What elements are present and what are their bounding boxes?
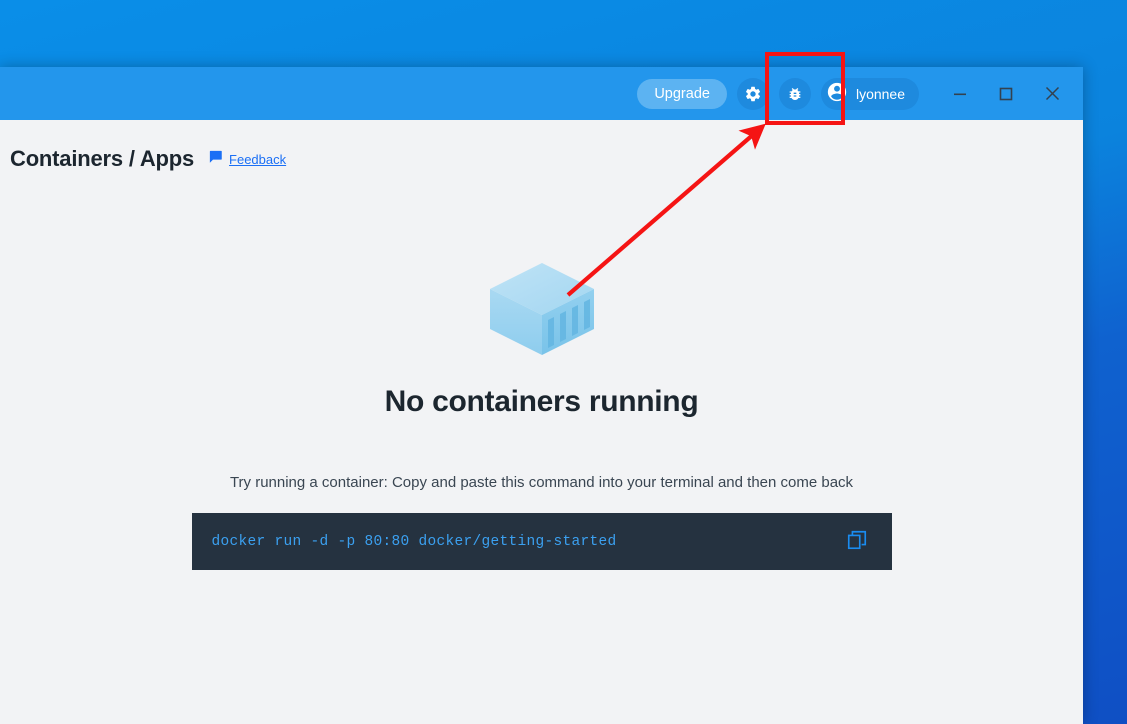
minimize-button[interactable] [937, 74, 983, 114]
account-name-label: lyonnee [855, 85, 905, 102]
feedback-group[interactable]: Feedback [208, 149, 286, 169]
docker-desktop-window: Upgrade lyonnee Containers / Apps Feedba… [0, 67, 1083, 724]
copy-icon [846, 529, 868, 554]
bug-icon [787, 86, 803, 102]
maximize-icon [999, 87, 1013, 101]
page-title: Containers / Apps [10, 146, 195, 171]
container-box-icon [486, 257, 598, 361]
title-bar: Upgrade lyonnee [0, 67, 1083, 120]
upgrade-button[interactable]: Upgrade [637, 78, 727, 109]
speech-bubble-icon [208, 149, 223, 169]
maximize-button[interactable] [983, 74, 1029, 114]
settings-button[interactable] [736, 77, 769, 110]
close-icon [1045, 86, 1060, 101]
minimize-icon [953, 87, 967, 101]
account-button[interactable]: lyonnee [820, 77, 919, 110]
close-button[interactable] [1029, 74, 1075, 114]
empty-state-subtitle: Try running a container: Copy and paste … [229, 474, 854, 491]
feedback-link[interactable]: Feedback [229, 152, 286, 167]
command-text: docker run -d -p 80:80 docker/getting-st… [211, 533, 617, 550]
troubleshoot-button[interactable] [778, 77, 811, 110]
command-box: docker run -d -p 80:80 docker/getting-st… [191, 513, 892, 570]
desktop-background: Upgrade lyonnee Containers / Apps Feedba… [0, 0, 1127, 724]
account-circle-icon [826, 81, 848, 106]
empty-state-heading: No containers running [384, 385, 699, 418]
empty-state: No containers running Try running a cont… [0, 257, 1083, 570]
copy-command-button[interactable] [844, 527, 870, 556]
gear-icon [744, 85, 762, 103]
window-controls [937, 74, 1075, 114]
page-header: Containers / Apps Feedback [0, 120, 1083, 172]
